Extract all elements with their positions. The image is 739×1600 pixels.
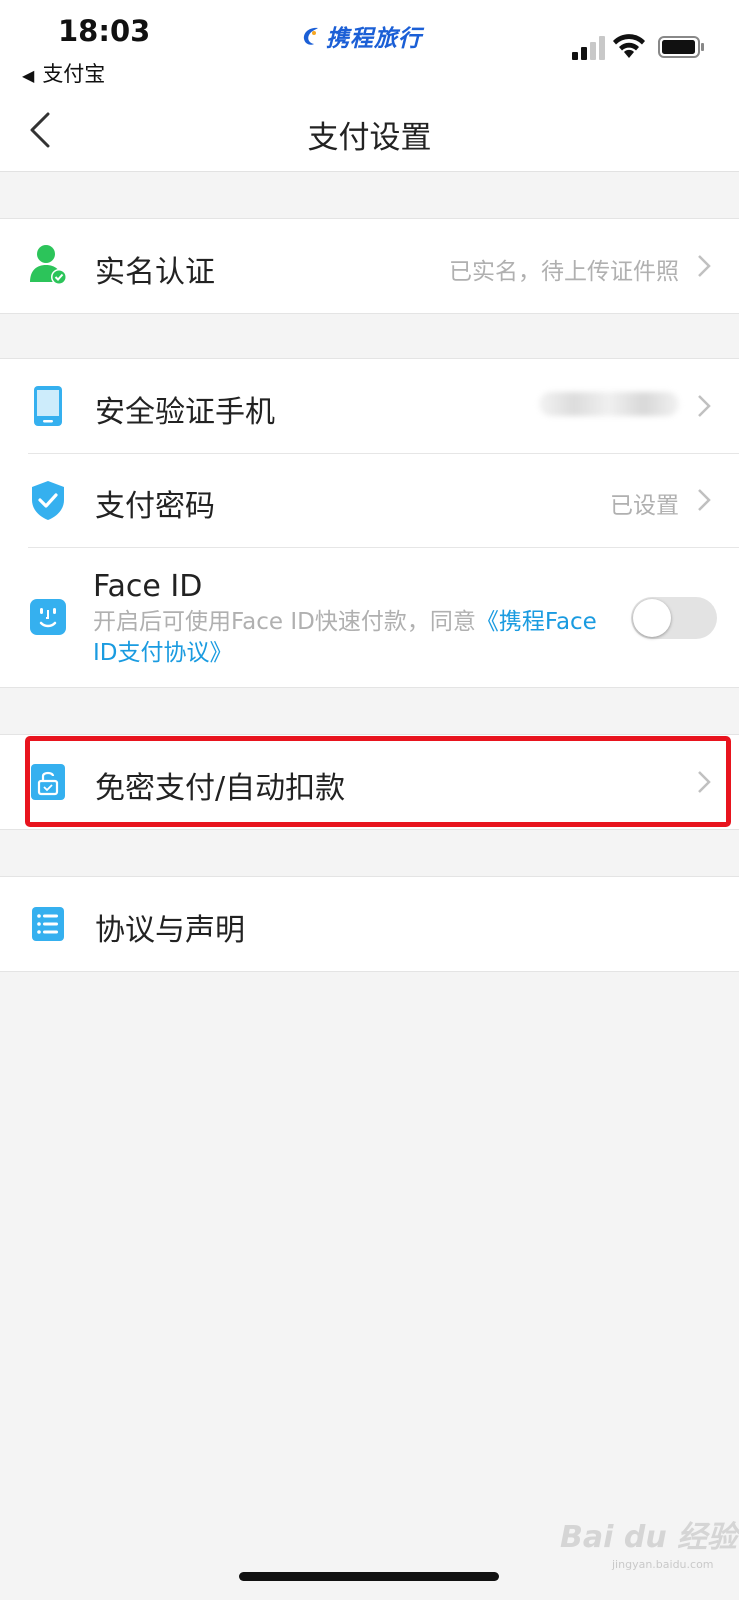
page-title: 支付设置 [307, 120, 432, 156]
agreements-label: 协议与声明 [95, 913, 245, 948]
real-name-status: 已实名，待上传证件照 [449, 259, 679, 285]
real-name-verification-row[interactable]: 实名认证 已实名，待上传证件照 [0, 219, 739, 313]
agreements-row[interactable]: 协议与声明 [0, 877, 739, 971]
verified-user-icon [30, 245, 67, 285]
back-to-app-link[interactable]: ◀ 支付宝 [22, 58, 105, 88]
payment-password-status: 已设置 [610, 493, 679, 519]
autopay-group: 免密支付/自动扣款 [0, 734, 739, 830]
home-indicator[interactable] [239, 1572, 499, 1581]
watermark-url: jingyan.baidu.com [612, 1558, 714, 1571]
brand-name: 携程旅行 [326, 26, 422, 52]
back-triangle-icon: ◀ [22, 66, 35, 85]
chevron-right-icon [698, 771, 711, 793]
face-id-description: 开启后可使用Face ID快速付款，同意《携程Face ID支付协议》 [93, 607, 613, 669]
face-id-row: Face ID 开启后可使用Face ID快速付款，同意《携程Face ID支付… [0, 547, 739, 687]
agreements-group: 协议与声明 [0, 876, 739, 972]
face-id-title: Face ID [93, 569, 203, 604]
chevron-right-icon [698, 255, 711, 277]
shield-check-icon [32, 481, 64, 520]
payment-password-row[interactable]: 支付密码 已设置 [0, 453, 739, 547]
masked-phone-number [539, 392, 679, 416]
password-free-payment-label: 免密支付/自动扣款 [95, 771, 346, 806]
chevron-right-icon [698, 489, 711, 511]
navigation-bar: 支付设置 [0, 92, 739, 172]
cellular-signal-icon [572, 36, 605, 60]
security-phone-row[interactable]: 安全验证手机 [0, 359, 739, 453]
toggle-knob [633, 599, 671, 637]
unlocked-lock-icon [31, 764, 65, 800]
battery-icon [658, 36, 704, 58]
password-free-payment-row[interactable]: 免密支付/自动扣款 [0, 735, 739, 829]
wifi-icon [613, 34, 645, 58]
document-list-icon [32, 907, 64, 941]
payment-password-label: 支付密码 [95, 489, 215, 524]
identity-group: 实名认证 已实名，待上传证件照 [0, 218, 739, 314]
back-app-label: 支付宝 [42, 62, 106, 86]
brand-logo: 携程旅行 [300, 19, 422, 53]
face-id-icon [30, 599, 66, 635]
face-id-toggle[interactable] [631, 597, 717, 639]
watermark: Bai du 经验 [560, 1520, 738, 1555]
security-phone-label: 安全验证手机 [95, 395, 275, 430]
dolphin-logo-icon [303, 27, 318, 45]
security-group: 安全验证手机 支付密码 已设置 Face ID 开启后可使用Face ID快速付… [0, 358, 739, 688]
phone-icon [34, 386, 62, 426]
face-id-desc-text: 开启后可使用Face ID快速付款，同意 [93, 609, 476, 635]
status-time: 18:03 [58, 14, 151, 48]
status-bar: 18:03 ◀ 支付宝 携程旅行 [0, 0, 739, 92]
real-name-label: 实名认证 [95, 255, 215, 290]
chevron-right-icon [698, 395, 711, 417]
